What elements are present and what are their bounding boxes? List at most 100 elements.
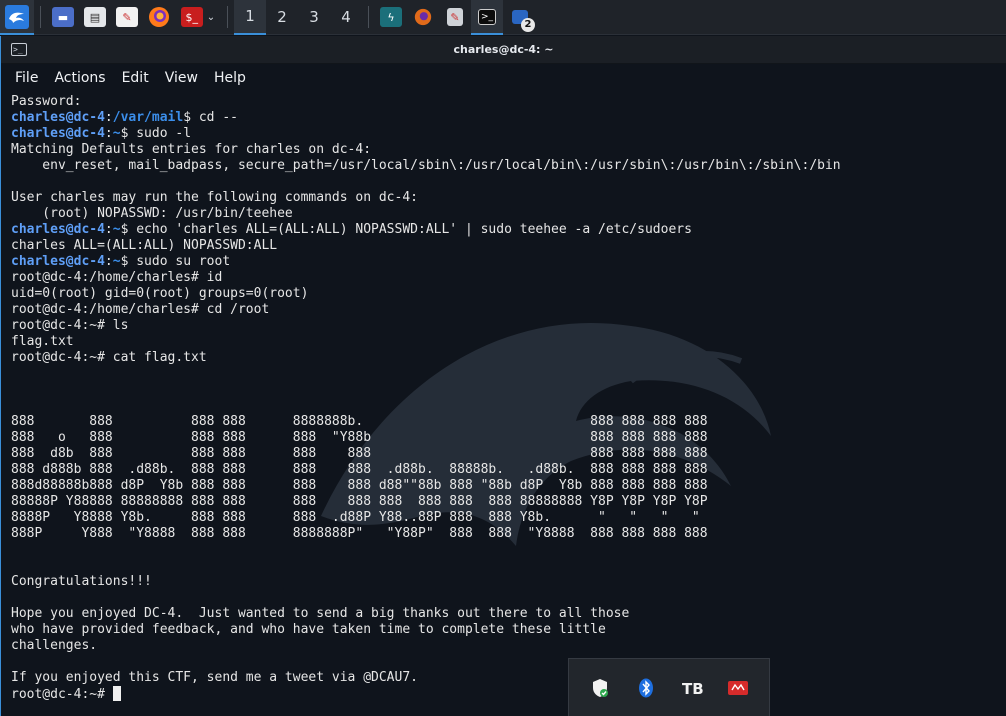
terminal-text: 888d88888b888 d8P Y8b 888 888 888 888 d8…	[11, 478, 708, 493]
terminal-icon: >_	[478, 9, 496, 25]
terminal-line: 888 o 888 888 888 888 "Y88b 888 888 888 …	[11, 430, 1006, 446]
terminal-line: root@dc-4:/home/charles# id	[11, 270, 1006, 286]
terminal-text: :	[104, 254, 113, 269]
terminal-line: 888P Y888 "Y8888 888 888 8888888P" "Y88P…	[11, 526, 1006, 542]
terminal-line: charles@dc-4:~$ sudo -l	[11, 126, 1006, 142]
system-tray-popup: TB	[568, 658, 770, 716]
terminal-text: $ sudo su root	[120, 254, 231, 269]
show-desktop-button[interactable]: ▬	[47, 0, 79, 35]
firefox-button[interactable]	[143, 0, 175, 35]
svg-text:TB: TB	[682, 680, 703, 697]
terminal-text: uid=0(root) gid=0(root) groups=0(root)	[11, 286, 309, 301]
firefox-icon	[414, 8, 432, 26]
terminal-text: Congratulations!!!	[11, 574, 152, 589]
terminal-line: 88888P Y88888 88888888 888 888 888 888 8…	[11, 494, 1006, 510]
text-editor-button[interactable]: ✎	[111, 0, 143, 35]
taskbar-separator	[40, 6, 41, 28]
terminal-line: root@dc-4:/home/charles# cd /root	[11, 302, 1006, 318]
terminal-text: 88888P Y88888 88888888 888 888 888 888 8…	[11, 494, 708, 509]
terminal-text: $ echo 'charles ALL=(ALL:ALL) NOPASSWD:A…	[120, 222, 692, 237]
terminal-line: User charles may run the following comma…	[11, 190, 1006, 206]
taskbar-separator	[227, 6, 228, 28]
window-title: charles@dc-4: ~	[453, 43, 554, 56]
terminal-line: Matching Defaults entries for charles on…	[11, 142, 1006, 158]
terminal-launcher-icon: $_	[180, 7, 203, 27]
kali-dragon-icon	[5, 5, 29, 29]
terminal-text: 888P Y888 "Y8888 888 888 8888888P" "Y88P…	[11, 526, 708, 541]
terminal-text: who have provided feedback, and who have…	[11, 622, 606, 637]
grouped-windows-button[interactable]: 2	[503, 0, 537, 35]
taskbar-separator	[368, 6, 369, 28]
firefox-window-button[interactable]	[407, 0, 439, 35]
terminal-line: (root) NOPASSWD: /usr/bin/teehee	[11, 206, 1006, 222]
terminal-output[interactable]: Password: charles@dc-4:/var/mail$ cd -- ch…	[11, 94, 1006, 702]
terminal-line: who have provided feedback, and who have…	[11, 622, 1006, 638]
taskbar: ▬ ▤ ✎ $_ ⌄ 1 2 3 4 ϟ ✎ >_ 2	[0, 0, 1006, 35]
editor-window-button[interactable]: ✎	[439, 0, 471, 35]
prompt-user: charles@dc-4	[11, 254, 105, 269]
app-icon: ϟ	[380, 7, 402, 27]
menu-file[interactable]: File	[7, 70, 46, 86]
terminal-text: 888 o 888 888 888 888 "Y88b 888 888 888 …	[11, 430, 708, 445]
terminal-text: Matching Defaults entries for charles on…	[11, 142, 372, 157]
bluetooth-icon[interactable]	[635, 677, 657, 699]
terminal-line: charles@dc-4:~$ sudo su root	[11, 254, 1006, 270]
terminal-text: root@dc-4:~# cat flag.txt	[11, 350, 207, 365]
terminal-window-button[interactable]: >_	[471, 0, 503, 35]
security-shield-icon[interactable]	[589, 677, 611, 699]
menu-help[interactable]: Help	[206, 70, 254, 86]
terminal-line: 888d88888b888 d8P Y8b 888 888 888 888 d8…	[11, 478, 1006, 494]
app-window-button[interactable]: ϟ	[375, 0, 407, 35]
workspace-3[interactable]: 3	[298, 0, 330, 35]
prompt-path: /var/mail	[112, 110, 184, 125]
terminal-line: Congratulations!!!	[11, 574, 1006, 590]
prompt-user: charles@dc-4	[11, 222, 105, 237]
terminal-text: root@dc-4:/home/charles# id	[11, 270, 223, 285]
terminal-text: root@dc-4:~# ls	[11, 318, 129, 333]
tb-app-icon[interactable]: TB	[681, 677, 703, 699]
terminal-text: charles ALL=(ALL:ALL) NOPASSWD:ALL	[11, 238, 278, 253]
workspace-4[interactable]: 4	[330, 0, 362, 35]
menu-edit[interactable]: Edit	[114, 70, 157, 86]
terminal-line: 888 d888b 888 .d88b. 888 888 888 888 .d8…	[11, 462, 1006, 478]
terminal-text: :	[104, 222, 113, 237]
file-manager-button[interactable]: ▤	[79, 0, 111, 35]
terminal-line: flag.txt	[11, 334, 1006, 350]
terminal-line: If you enjoyed this CTF, send me a tweet…	[11, 670, 1006, 686]
terminal-text: root@dc-4:~#	[11, 687, 113, 702]
terminal-icon: >_	[11, 43, 27, 56]
terminal-text: Password:	[11, 94, 82, 109]
terminal-text: :	[104, 110, 113, 125]
workspace-1[interactable]: 1	[234, 0, 266, 35]
terminal-text: User charles may run the following comma…	[11, 190, 418, 205]
terminal-line: root@dc-4:~# ls	[11, 318, 1006, 334]
kali-menu-button[interactable]	[0, 0, 34, 35]
terminal-line: root@dc-4:~#	[11, 686, 1006, 702]
red-app-icon[interactable]	[727, 677, 749, 699]
terminal-line: charles@dc-4:~$ echo 'charles ALL=(ALL:A…	[11, 222, 1006, 238]
terminal-window: >_ charles@dc-4: ~ File Actions Edit Vie…	[0, 36, 1006, 716]
terminal-line: 888 888 888 888 8888888b. 888 888 888 88…	[11, 414, 1006, 430]
terminal-launcher-button[interactable]: $_ ⌄	[175, 0, 221, 35]
terminal-line: challenges.	[11, 638, 1006, 654]
chevron-down-icon[interactable]: ⌄	[207, 12, 215, 23]
menu-actions[interactable]: Actions	[46, 70, 113, 86]
window-titlebar[interactable]: >_ charles@dc-4: ~	[1, 36, 1006, 64]
desktop-icon: ▬	[52, 7, 74, 27]
terminal-line: root@dc-4:~# cat flag.txt	[11, 350, 1006, 366]
terminal-text: 888 d8b 888 888 888 888 888 888 888 888 …	[11, 446, 708, 461]
prompt-user: charles@dc-4	[11, 126, 105, 141]
menu-view[interactable]: View	[157, 70, 206, 86]
workspace-2[interactable]: 2	[266, 0, 298, 35]
prompt-user: charles@dc-4	[11, 110, 105, 125]
terminal-text: (root) NOPASSWD: /usr/bin/teehee	[11, 206, 293, 221]
terminal-text: :	[104, 126, 113, 141]
terminal-text: 888 888 888 888 8888888b. 888 888 888 88…	[11, 414, 708, 429]
firefox-icon	[149, 7, 169, 27]
